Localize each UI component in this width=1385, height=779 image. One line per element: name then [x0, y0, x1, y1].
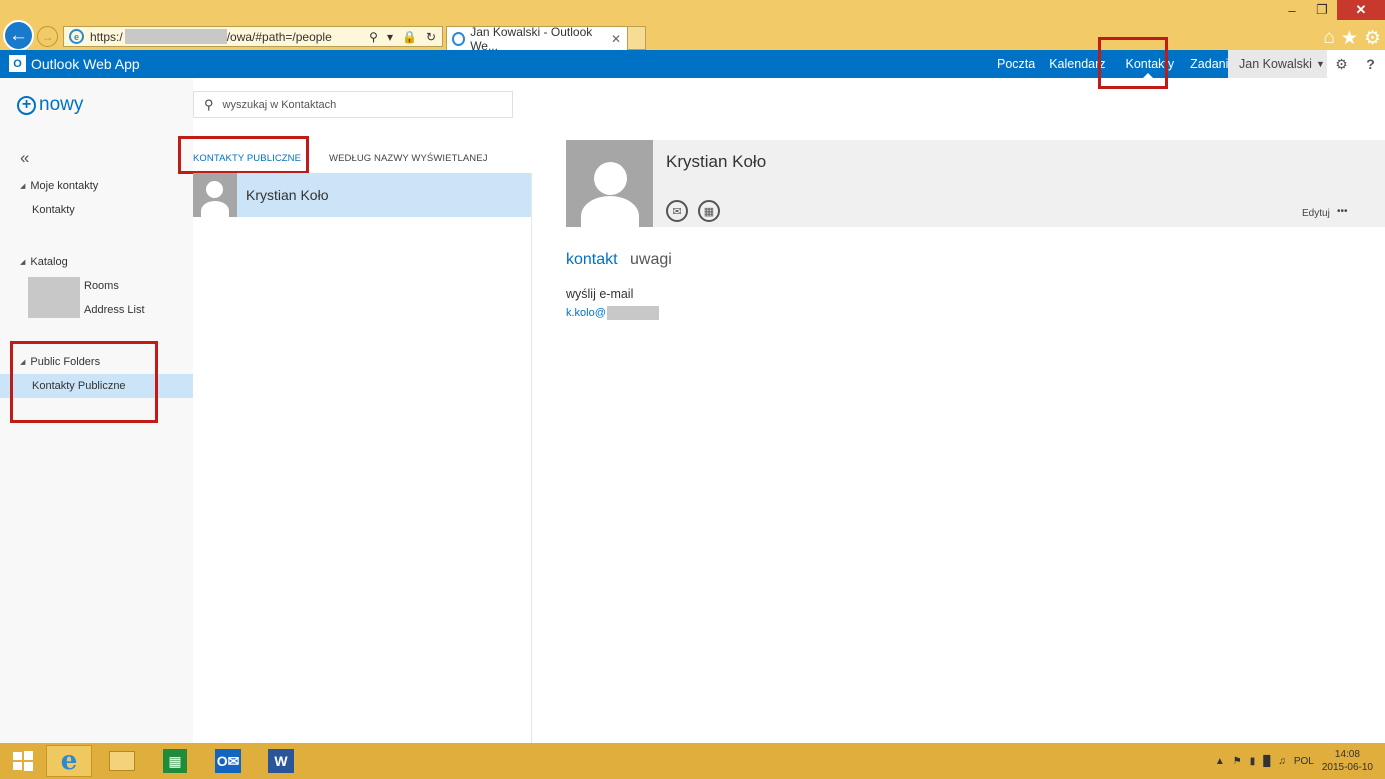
clock[interactable]: 14:08 2015-06-10 [1322, 748, 1373, 774]
ie-page-icon: e [69, 29, 84, 44]
search-box[interactable]: ⚲ wyszukaj w Kontaktach [193, 91, 513, 118]
address-suffix: /owa/#path=/people [226, 29, 332, 44]
new-tab-button[interactable] [628, 26, 646, 50]
annotation-box-filter [178, 136, 309, 174]
annotation-box-public-folders [10, 341, 158, 423]
system-tray: ▲ ⚑ ▮ █ ♫ POL 14:08 2015-06-10 [1215, 743, 1385, 779]
expand-triangle-icon: ◢ [20, 259, 26, 266]
lock-icon[interactable]: 🔒 [402, 30, 417, 44]
back-button[interactable]: ← [3, 20, 34, 51]
expand-triangle-icon: ◢ [20, 183, 26, 190]
owa-top-bar: O Outlook Web App Poczta Kalendarz Konta… [0, 50, 1385, 78]
battery-icon[interactable]: ▮ [1250, 756, 1256, 767]
list-item[interactable]: Krystian Koło [193, 173, 531, 217]
contact-name: Krystian Koło [246, 187, 329, 203]
contact-card-header: Krystian Koło ✉ ▦ Edytuj ••• [566, 140, 1385, 227]
refresh-icon[interactable]: ↻ [426, 30, 436, 44]
minimize-button[interactable]: – [1277, 0, 1307, 20]
help-icon[interactable]: ? [1356, 50, 1385, 78]
clock-time: 14:08 [1334, 749, 1360, 760]
owa-settings-gear-icon[interactable]: ⚙ [1327, 50, 1356, 78]
favorites-star-icon[interactable]: ★ [1341, 27, 1358, 50]
filter-sort-by-name[interactable]: WEDŁUG NAZWY WYŚWIETLANEJ [329, 153, 488, 164]
contact-photo-avatar [566, 140, 653, 227]
email-action-icon[interactable]: ✉ [666, 200, 688, 222]
tab-favicon-icon [452, 31, 466, 46]
new-contact-button[interactable]: + nowy [17, 94, 83, 116]
taskbar-explorer-icon[interactable] [99, 745, 145, 777]
folder-rooms[interactable]: Rooms [84, 280, 119, 292]
maximize-button[interactable]: ❐ [1307, 0, 1337, 20]
search-icon: ⚲ [204, 96, 214, 112]
language-indicator[interactable]: POL [1294, 756, 1314, 767]
taskbar-word-icon[interactable]: W [258, 745, 304, 777]
user-name: Jan Kowalski [1239, 57, 1312, 71]
window-controls: – ❐ ✕ [1277, 0, 1385, 20]
redacted-directory-block [28, 277, 80, 318]
volume-icon[interactable]: ♫ [1278, 756, 1286, 767]
start-windows-icon[interactable] [0, 745, 46, 777]
avatar [193, 173, 237, 217]
collapse-pane-icon[interactable]: « [20, 148, 29, 168]
search-address-icon[interactable]: ⚲ [369, 30, 378, 44]
search-placeholder: wyszukaj w Kontaktach [222, 98, 337, 111]
taskbar-outlook-icon[interactable]: O✉ [205, 745, 251, 777]
close-window-button[interactable]: ✕ [1337, 0, 1385, 20]
email-link[interactable]: k.kolo@ [566, 306, 659, 320]
nav-mail[interactable]: Poczta [990, 50, 1042, 78]
settings-gear-icon[interactable]: ⚙ [1364, 27, 1381, 50]
folder-group-my-contacts[interactable]: ◢ Moje kontakty [20, 180, 98, 192]
edit-button[interactable]: Edytuj [1302, 208, 1330, 219]
send-email-label: wyślij e-mail [566, 287, 634, 301]
redacted-email-domain [606, 306, 659, 320]
home-icon[interactable]: ⌂ [1323, 27, 1334, 50]
taskbar-store-icon[interactable]: ▦ [152, 745, 198, 777]
app-name: Outlook Web App [31, 55, 140, 72]
outlook-logo-icon: O [9, 55, 26, 72]
folder-group-directory[interactable]: ◢ Katalog [20, 256, 68, 268]
clock-date: 2015-06-10 [1321, 762, 1373, 773]
more-options-button[interactable]: ••• [1337, 206, 1348, 217]
folder-label: Moje kontakty [30, 180, 99, 192]
new-label: nowy [39, 94, 84, 115]
redacted-domain [124, 29, 227, 44]
user-menu[interactable]: Jan Kowalski ▼ [1228, 50, 1327, 78]
tab-notes[interactable]: uwagi [630, 251, 672, 269]
folder-contacts[interactable]: Kontakty [32, 204, 75, 216]
close-tab-icon[interactable]: ✕ [611, 32, 621, 46]
address-bar[interactable]: e https:/ /owa/#path=/people ⚲ ▾ 🔒 ↻ [63, 26, 443, 47]
dropdown-icon[interactable]: ▾ [387, 30, 393, 44]
action-center-flag-icon[interactable]: ⚑ [1233, 756, 1242, 767]
owa-logo[interactable]: O Outlook Web App [9, 55, 140, 72]
taskbar-ie-icon[interactable]: e [46, 745, 92, 777]
contact-display-name: Krystian Koło [666, 152, 767, 171]
folder-label: Katalog [30, 256, 68, 268]
forward-button[interactable]: → [37, 26, 58, 47]
calendar-action-icon[interactable]: ▦ [698, 200, 720, 222]
chevron-down-icon: ▼ [1315, 59, 1325, 69]
email-address: k.kolo@ [566, 307, 606, 319]
browser-tab[interactable]: Jan Kowalski - Outlook We... ✕ [446, 24, 628, 53]
windows-taskbar: e ▦ O✉ W ▲ ⚑ ▮ █ ♫ POL 14:08 2015-06-10 [0, 743, 1385, 779]
contact-list-pane [193, 173, 532, 743]
signal-icon[interactable]: █ [1263, 756, 1270, 767]
folder-address-list[interactable]: Address List [84, 304, 145, 316]
browser-toolbar-icons: ⌂ ★ ⚙ [1323, 27, 1381, 50]
address-prefix: https:/ [90, 29, 123, 44]
plus-icon: + [17, 95, 36, 115]
annotation-box-nav-people [1098, 37, 1168, 89]
tab-contact[interactable]: kontakt [566, 251, 618, 269]
tray-expand-icon[interactable]: ▲ [1215, 756, 1225, 767]
tab-title: Jan Kowalski - Outlook We... [470, 24, 593, 53]
